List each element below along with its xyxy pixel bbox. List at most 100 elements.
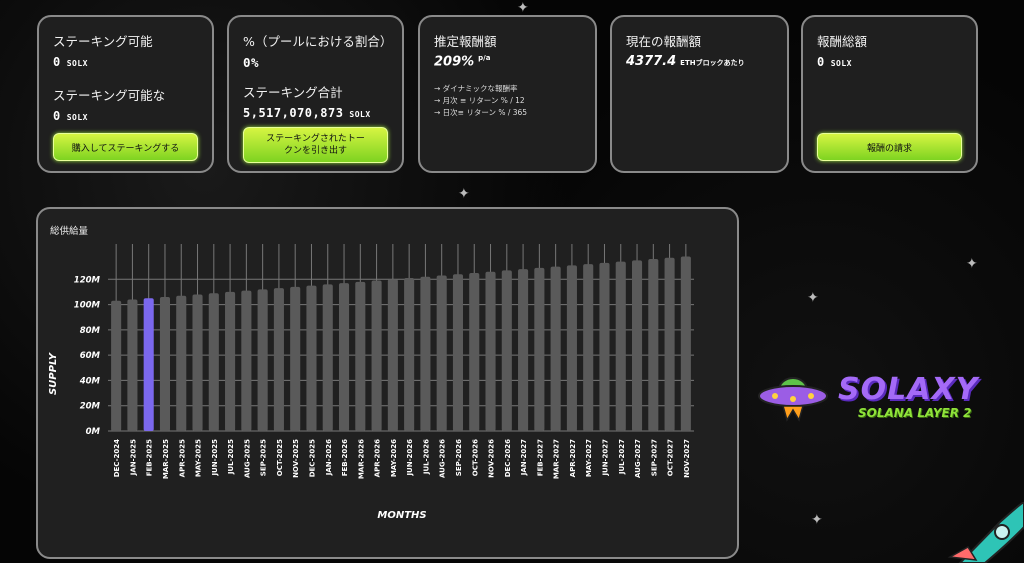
- y-tick-label: 20M: [80, 402, 101, 412]
- x-tick-label: AUG-2025: [243, 439, 251, 478]
- x-tick-label: JUL-2025: [227, 439, 235, 475]
- supply-bar[interactable]: [518, 269, 529, 431]
- x-tick-label: MAR-2025: [162, 439, 170, 479]
- supply-bar[interactable]: [306, 285, 317, 431]
- supply-bar[interactable]: [208, 293, 219, 431]
- x-tick-label: OCT-2027: [667, 439, 675, 476]
- supply-bar[interactable]: [143, 298, 154, 431]
- x-tick-label: JUL-2027: [618, 439, 626, 475]
- brand-subtitle: SOLANA LAYER 2: [858, 406, 972, 420]
- star-icon: ✦: [966, 256, 978, 272]
- brand-name: SOLAXY: [838, 372, 979, 407]
- y-tick-label: 60M: [80, 351, 101, 361]
- x-tick-label: APR-2027: [569, 439, 577, 477]
- supply-bar[interactable]: [534, 267, 545, 431]
- y-tick-label: 120M: [74, 275, 101, 285]
- supply-bar[interactable]: [664, 257, 675, 431]
- supply-bar[interactable]: [127, 299, 138, 431]
- stakeable2-value: 0 SOLX: [53, 109, 88, 123]
- supply-bar[interactable]: [338, 283, 350, 431]
- star-icon: ✦: [807, 290, 819, 306]
- x-tick-label: SEP-2027: [650, 439, 658, 476]
- x-tick-label: FEB-2026: [341, 439, 349, 476]
- x-tick-label: OCT-2026: [471, 439, 479, 476]
- stakeable2-label: ステーキング可能な: [53, 88, 166, 103]
- x-tick-label: JAN-2027: [520, 439, 528, 476]
- y-axis-label: SUPPLY: [48, 351, 59, 395]
- supply-bar[interactable]: [436, 275, 447, 431]
- buy-and-stake-button[interactable]: 購入してステーキングする: [53, 133, 198, 161]
- supply-bar[interactable]: [176, 295, 187, 431]
- supply-bar[interactable]: [111, 300, 122, 431]
- apy-card: 推定報酬額 209% p/a → ダイナミックな報酬率 → 月次 ≡ リターン %…: [418, 15, 597, 173]
- star-icon: ✦: [517, 0, 529, 16]
- total-rewards-label: 報酬総額: [817, 34, 868, 49]
- apy-bullet: → 月次 ≡ リターン % / 12: [434, 96, 525, 106]
- apy-bullet: → ダイナミックな報酬率: [434, 84, 518, 94]
- supply-bar[interactable]: [599, 262, 610, 431]
- supply-bar[interactable]: [583, 264, 594, 431]
- x-axis-label: MONTHS: [377, 510, 426, 521]
- ufo-logo-icon: [758, 377, 828, 422]
- supply-bar[interactable]: [485, 271, 496, 431]
- supply-bar[interactable]: [257, 289, 268, 431]
- supply-bar[interactable]: [371, 280, 382, 431]
- pool-label: %（プールにおける割合）: [243, 34, 393, 49]
- x-tick-label: DEC-2024: [113, 439, 121, 477]
- supply-bar[interactable]: [615, 261, 626, 431]
- x-tick-label: NOV-2027: [683, 439, 691, 478]
- stakeable-value: 0 SOLX: [53, 55, 88, 69]
- x-tick-label: JUL-2026: [422, 439, 430, 475]
- x-tick-label: JUN-2025: [211, 439, 219, 477]
- total-staked-value: 5,517,070,873 SOLX: [243, 106, 371, 120]
- star-icon: ✦: [811, 512, 823, 528]
- supply-bar[interactable]: [501, 270, 512, 431]
- supply-bar[interactable]: [648, 259, 659, 431]
- y-tick-label: 40M: [79, 376, 101, 386]
- supply-bar[interactable]: [192, 294, 203, 431]
- x-tick-label: JAN-2025: [129, 439, 137, 476]
- y-tick-label: 0M: [86, 427, 101, 437]
- withdraw-button[interactable]: ステーキングされたトークンを引き出す: [243, 127, 388, 163]
- claim-rewards-button[interactable]: 報酬の請求: [817, 133, 962, 161]
- supply-bar[interactable]: [404, 278, 415, 431]
- x-tick-label: SEP-2025: [260, 439, 268, 476]
- x-tick-label: FEB-2027: [536, 439, 544, 476]
- x-tick-label: MAY-2025: [195, 439, 203, 477]
- x-tick-label: AUG-2026: [439, 439, 447, 478]
- supply-bar[interactable]: [355, 281, 366, 431]
- x-tick-label: MAY-2027: [585, 439, 593, 477]
- supply-bar[interactable]: [290, 286, 301, 431]
- supply-bar[interactable]: [322, 284, 333, 431]
- stakeable-label: ステーキング可能: [53, 34, 153, 49]
- x-tick-label: MAY-2026: [390, 439, 398, 477]
- supply-bar[interactable]: [550, 266, 561, 431]
- x-tick-label: OCT-2025: [276, 439, 284, 476]
- supply-bar[interactable]: [273, 288, 284, 431]
- total-rewards-card: 報酬総額 0 SOLX 報酬の請求: [801, 15, 978, 173]
- supply-bar[interactable]: [566, 265, 577, 431]
- x-tick-label: APR-2026: [374, 439, 382, 477]
- supply-chart-card: 総供給量 SUPPLY MONTHS 0M 20M 40M 60M 80M 100M 120…: [36, 207, 739, 559]
- supply-bar[interactable]: [225, 291, 236, 431]
- pool-card: %（プールにおける割合） 0% ステーキング合計 5,517,070,873 SO…: [227, 15, 404, 173]
- current-reward-value: 4377.4 ETHブロックあたり: [626, 54, 745, 69]
- apy-bullet: → 日次≡ リターン % / 365: [434, 108, 528, 118]
- apy-label: 推定報酬額: [434, 34, 497, 49]
- apy-value: 209% p/a: [434, 54, 491, 70]
- supply-bar[interactable]: [420, 276, 431, 431]
- supply-bar[interactable]: [241, 290, 252, 431]
- total-staked-label: ステーキング合計: [243, 85, 343, 100]
- supply-bar[interactable]: [631, 260, 643, 431]
- star-icon: ✦: [458, 186, 470, 202]
- supply-bar[interactable]: [159, 296, 171, 431]
- x-tick-label: FEB-2025: [146, 439, 154, 476]
- x-tick-label: NOV-2025: [292, 439, 300, 478]
- supply-bar[interactable]: [680, 256, 691, 431]
- supply-bar[interactable]: [469, 272, 480, 431]
- supply-bar[interactable]: [387, 279, 398, 431]
- current-reward-label: 現在の報酬額: [626, 34, 702, 49]
- x-tick-label: APR-2025: [178, 439, 186, 477]
- supply-bar[interactable]: [452, 274, 464, 431]
- x-tick-label: SEP-2026: [455, 439, 463, 476]
